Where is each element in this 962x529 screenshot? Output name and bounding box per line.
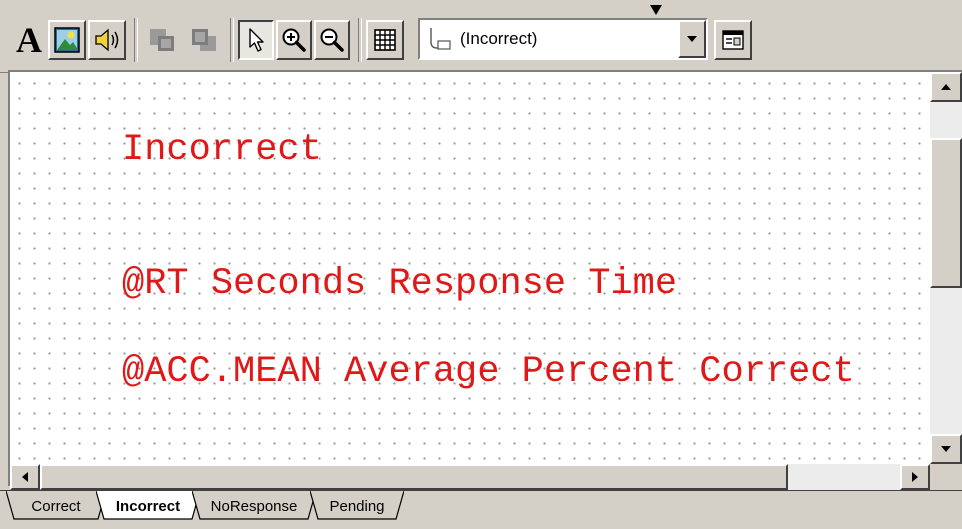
image-tool-button[interactable] (48, 20, 86, 60)
arrow-down-icon (941, 446, 951, 452)
sound-tool-icon (95, 28, 119, 52)
tab-noresponse[interactable]: NoResponse (192, 491, 316, 521)
state-dropdown-arrow[interactable] (678, 20, 706, 58)
grid-toggle-button[interactable] (366, 20, 404, 60)
scroll-right-button[interactable] (900, 464, 930, 490)
text-tool-button[interactable]: A (12, 20, 46, 60)
chevron-down-icon (687, 36, 697, 42)
scrollbar-corner (930, 464, 962, 490)
properties-icon (722, 30, 744, 50)
tab-correct[interactable]: Correct (6, 491, 106, 521)
text-tool-icon: A (16, 20, 42, 60)
bring-forward-button[interactable] (142, 20, 182, 60)
tab-pending-label: Pending (329, 497, 385, 515)
zoom-out-button[interactable] (314, 20, 350, 60)
state-marker-icon (650, 5, 662, 15)
zoom-in-button[interactable] (276, 20, 312, 60)
scroll-up-button[interactable] (930, 72, 962, 102)
tab-correct-label: Correct (31, 497, 81, 515)
zoom-in-icon (282, 28, 306, 52)
slide-canvas[interactable]: Incorrect @RT Seconds Response Time @ACC… (10, 72, 930, 464)
tab-incorrect-label: Incorrect (115, 497, 181, 515)
send-backward-button[interactable] (184, 20, 224, 60)
zoom-out-icon (320, 28, 344, 52)
canvas-text-response-time[interactable]: @RT Seconds Response Time (122, 266, 677, 303)
grid-icon (374, 29, 396, 51)
horizontal-scroll-thumb[interactable] (40, 464, 788, 490)
state-tab-bar: Correct Incorrect NoResponse Pending (0, 490, 962, 529)
properties-button[interactable] (714, 20, 752, 60)
image-tool-icon (54, 27, 80, 53)
select-pointer-icon (249, 28, 264, 52)
tab-noresponse-label: NoResponse (210, 497, 298, 515)
arrow-left-icon (22, 472, 28, 482)
canvas-text-incorrect[interactable]: Incorrect (122, 132, 322, 169)
horizontal-scrollbar[interactable] (10, 464, 930, 490)
state-dropdown[interactable]: (Incorrect) (418, 18, 708, 60)
vertical-scrollbar[interactable] (930, 72, 962, 464)
tab-pending[interactable]: Pending (310, 491, 404, 521)
state-dropdown-value: (Incorrect) (460, 29, 538, 48)
canvas-text-accuracy[interactable]: @ACC.MEAN Average Percent Correct (122, 354, 855, 391)
vertical-scroll-thumb[interactable] (930, 138, 962, 288)
state-icon (430, 28, 451, 50)
tab-incorrect[interactable]: Incorrect (96, 491, 200, 521)
scroll-down-button[interactable] (930, 434, 962, 464)
arrow-up-icon (941, 84, 951, 90)
arrow-right-icon (912, 472, 918, 482)
select-pointer-button[interactable] (238, 20, 274, 60)
scroll-left-button[interactable] (10, 464, 40, 490)
toolbar: A (Incorrect) (0, 0, 962, 73)
bring-forward-icon (150, 29, 174, 51)
sound-tool-button[interactable] (88, 20, 126, 60)
send-backward-icon (192, 29, 216, 51)
